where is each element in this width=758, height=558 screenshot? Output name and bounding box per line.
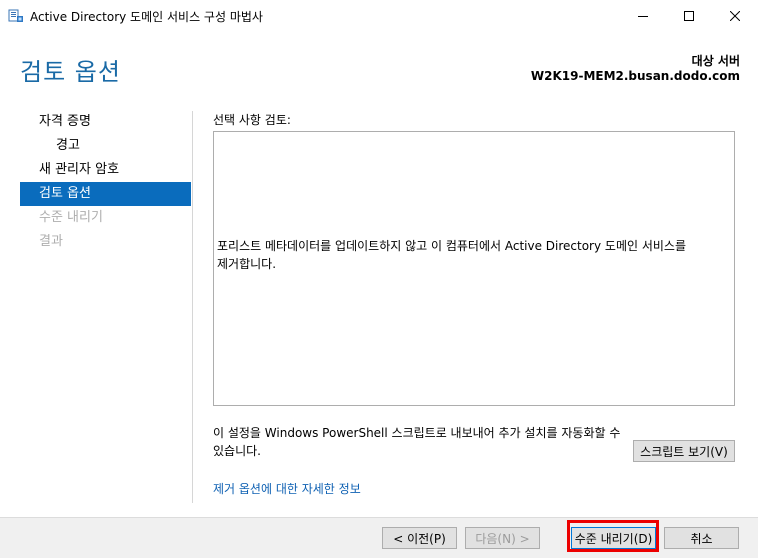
nav-divider (192, 111, 193, 503)
cancel-button[interactable]: 취소 (664, 527, 739, 549)
demote-button-highlight (567, 520, 659, 552)
wizard-window: Active Directory 도메인 서비스 구성 마법사 검토 옵션 대상… (0, 0, 758, 558)
nav-item-new-admin-password[interactable]: 새 관리자 암호 (20, 158, 191, 182)
target-server-label: 대상 서버 (691, 54, 740, 68)
nav-item-demote: 수준 내리기 (39, 210, 103, 225)
target-server-name: W2K19-MEM2.busan.dodo.com (530, 69, 740, 83)
close-icon (730, 10, 740, 21)
nav-item-warnings[interactable]: 경고 (20, 134, 191, 158)
powershell-export-text: 이 설정을 Windows PowerShell 스크립트로 내보내어 추가 설… (213, 426, 621, 458)
nav-item-credentials[interactable]: 자격 증명 (20, 110, 191, 134)
wizard-steps-nav: 자격 증명 경고 새 관리자 암호 검토 옵션 수준 내리기 결과 (20, 110, 191, 254)
view-script-button[interactable]: 스크립트 보기(V) (633, 440, 735, 462)
review-selections-box[interactable]: 포리스트 메타데이터를 업데이트하지 않고 이 컴퓨터에서 Active Dir… (213, 131, 735, 406)
nav-item-results: 결과 (39, 234, 63, 249)
close-button[interactable] (712, 0, 758, 31)
minimize-icon (638, 15, 648, 17)
maximize-icon (684, 10, 694, 21)
window-title: Active Directory 도메인 서비스 구성 마법사 (30, 10, 263, 24)
review-selections-text: 포리스트 메타데이터를 업데이트하지 않고 이 컴퓨터에서 Active Dir… (217, 239, 686, 271)
maximize-button[interactable] (666, 0, 712, 31)
title-bar: Active Directory 도메인 서비스 구성 마법사 (0, 0, 758, 31)
ad-wizard-icon (8, 9, 23, 22)
nav-item-review-options[interactable]: 검토 옵션 (20, 182, 191, 206)
more-about-removal-options-link[interactable]: 제거 옵션에 대한 자세한 정보 (213, 480, 361, 497)
page-title: 검토 옵션 (20, 58, 121, 86)
review-selections-label: 선택 사항 검토: (213, 113, 291, 127)
next-button: 다음(N) > (465, 527, 540, 549)
previous-button[interactable]: < 이전(P) (382, 527, 457, 549)
minimize-button[interactable] (620, 0, 666, 31)
